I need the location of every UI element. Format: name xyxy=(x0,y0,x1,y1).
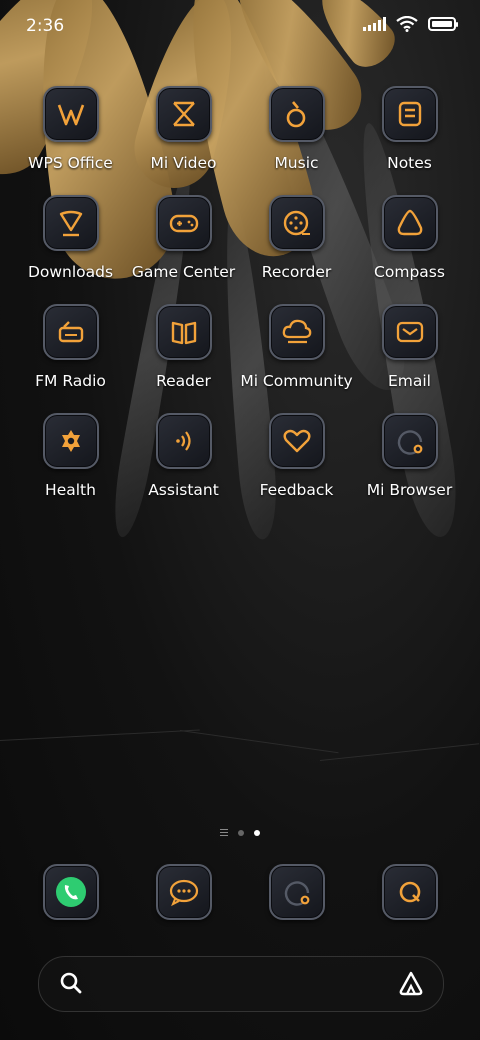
app-recorder[interactable]: Recorder xyxy=(240,195,353,281)
health-icon xyxy=(42,413,99,469)
dock-phone[interactable] xyxy=(14,864,127,920)
notes-icon xyxy=(381,86,438,142)
dock-quick-search[interactable] xyxy=(353,864,466,920)
app-label: Feedback xyxy=(259,481,334,499)
app-label: Game Center xyxy=(131,263,236,281)
wps-office-icon xyxy=(42,86,99,142)
assistant-icon xyxy=(155,413,212,469)
app-label: Downloads xyxy=(27,263,114,281)
app-label: Music xyxy=(274,154,319,172)
app-label: Assistant xyxy=(148,481,219,499)
app-label: Compass xyxy=(374,263,445,281)
app-compass[interactable]: Compass xyxy=(353,195,466,281)
app-mi-video[interactable]: Mi Video xyxy=(127,86,240,172)
app-fm-radio[interactable]: FM Radio xyxy=(14,304,127,390)
status-time: 2:36 xyxy=(26,16,65,36)
app-email[interactable]: Email xyxy=(353,304,466,390)
app-downloads[interactable]: Downloads xyxy=(14,195,127,281)
app-game-center[interactable]: Game Center xyxy=(127,195,240,281)
app-label: WPS Office xyxy=(28,154,113,172)
app-wps-office[interactable]: WPS Office xyxy=(14,86,127,172)
status-bar: 2:36 xyxy=(0,0,480,52)
app-reader[interactable]: Reader xyxy=(127,304,240,390)
app-grid: WPS Office Mi Video Music Notes Download… xyxy=(14,86,466,499)
game-center-icon xyxy=(155,195,212,251)
app-label: Notes xyxy=(387,154,432,172)
app-label: Mi Browser xyxy=(366,481,453,499)
dock-browser[interactable] xyxy=(240,864,353,920)
mi-video-icon xyxy=(155,86,212,142)
compass-icon xyxy=(381,195,438,251)
messages-icon xyxy=(155,864,212,920)
app-label: Email xyxy=(387,372,431,390)
signal-icon xyxy=(363,17,386,31)
mi-browser-icon xyxy=(381,413,438,469)
wifi-icon xyxy=(396,16,418,32)
feedback-icon xyxy=(268,413,325,469)
downloads-icon xyxy=(42,195,99,251)
app-assistant[interactable]: Assistant xyxy=(127,413,240,499)
page-dot xyxy=(238,829,244,836)
dock-messages[interactable] xyxy=(127,864,240,920)
search-icon xyxy=(60,972,82,994)
app-label: Mi Community xyxy=(240,372,353,390)
phone-icon xyxy=(42,864,99,920)
app-label: Mi Video xyxy=(150,154,217,172)
app-mi-community[interactable]: Mi Community xyxy=(240,304,353,390)
dock xyxy=(14,864,466,920)
search-bar[interactable] xyxy=(38,956,444,1012)
app-music[interactable]: Music xyxy=(240,86,353,172)
feed-page-icon xyxy=(220,829,228,836)
reader-icon xyxy=(155,304,212,360)
recorder-icon xyxy=(268,195,325,251)
page-indicator[interactable] xyxy=(0,829,480,836)
mi-community-icon xyxy=(268,304,325,360)
app-health[interactable]: Health xyxy=(14,413,127,499)
music-icon xyxy=(268,86,325,142)
battery-icon xyxy=(428,17,458,31)
browser-icon xyxy=(268,864,325,920)
email-icon xyxy=(381,304,438,360)
quick-search-icon xyxy=(381,864,438,920)
app-feedback[interactable]: Feedback xyxy=(240,413,353,499)
app-label: Recorder xyxy=(261,263,332,281)
page-dot-active xyxy=(254,829,260,836)
assistant-icon[interactable] xyxy=(397,969,425,997)
app-label: Reader xyxy=(156,372,211,390)
fm-radio-icon xyxy=(42,304,99,360)
app-notes[interactable]: Notes xyxy=(353,86,466,172)
app-label: Health xyxy=(45,481,96,499)
app-mi-browser[interactable]: Mi Browser xyxy=(353,413,466,499)
app-label: FM Radio xyxy=(35,372,106,390)
